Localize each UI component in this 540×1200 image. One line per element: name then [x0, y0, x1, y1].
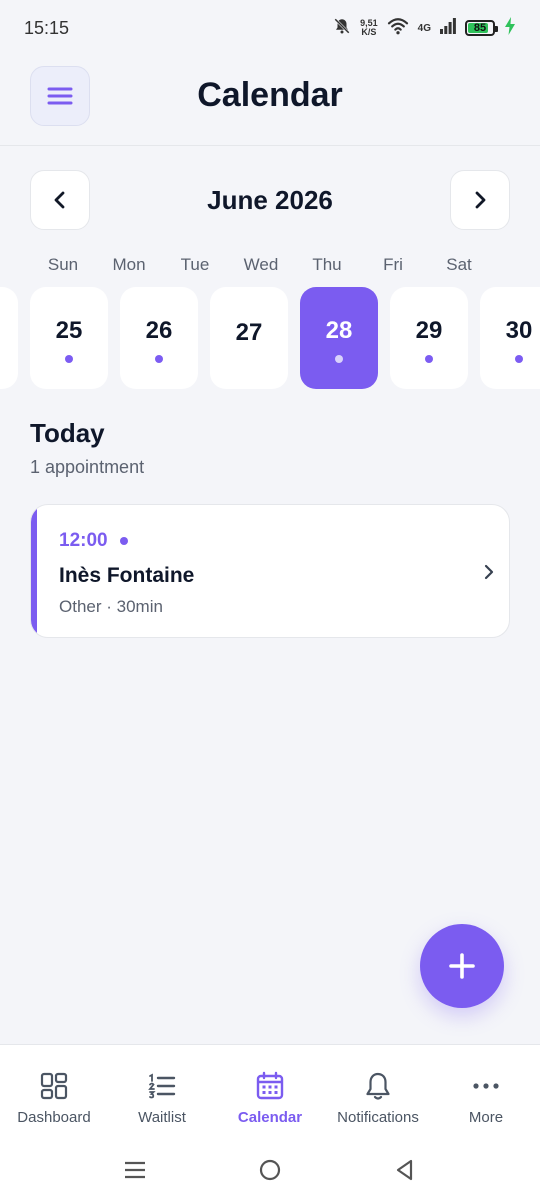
- nav-item-calendar[interactable]: Calendar: [216, 1045, 324, 1141]
- add-appointment-button[interactable]: [420, 924, 504, 1008]
- weekday-label: Wed: [243, 255, 279, 274]
- appointment-indicator-dot: [425, 355, 433, 363]
- weekday-label: Fri: [383, 255, 403, 274]
- day-cell-selected[interactable]: 28: [300, 287, 378, 389]
- weekday-label: Tue: [180, 255, 210, 274]
- battery-icon: 85: [465, 20, 498, 36]
- dashboard-grid-icon: [40, 1072, 68, 1100]
- appointment-time-row: 12:00: [59, 530, 128, 552]
- status-time: 15:15: [24, 17, 70, 38]
- day-cell-partial[interactable]: [0, 287, 18, 389]
- next-month-button[interactable]: [450, 170, 510, 230]
- chevron-right-icon: [484, 564, 494, 580]
- day-strip[interactable]: 25 26 27 28 29 30: [0, 287, 540, 389]
- day-cell[interactable]: 25: [30, 287, 108, 389]
- appointment-indicator-dot: [65, 355, 73, 363]
- plus-icon: [449, 953, 475, 979]
- nav-label: Notifications: [337, 1109, 419, 1126]
- day-cell[interactable]: 29: [390, 287, 468, 389]
- day-number: 27: [235, 319, 263, 346]
- day-cell[interactable]: 27: [210, 287, 288, 389]
- nav-label: Calendar: [237, 1109, 303, 1126]
- appointment-count: 1 appointment: [30, 457, 145, 477]
- appointment-time: 12:00: [59, 530, 108, 551]
- nav-item-dashboard[interactable]: Dashboard: [0, 1045, 108, 1141]
- appointment-indicator-dot: [515, 355, 523, 363]
- day-number: 28: [325, 317, 353, 344]
- page-title: Calendar: [197, 76, 343, 114]
- calendar-icon: [256, 1071, 284, 1100]
- weekday-label: Mon: [112, 255, 146, 274]
- wifi-icon: [387, 17, 409, 40]
- home-circle-icon[interactable]: [258, 1158, 282, 1182]
- appointment-indicator-dot: [335, 355, 343, 363]
- section-title: Today: [30, 418, 105, 448]
- numbered-list-icon: [148, 1073, 176, 1099]
- day-number: 30: [505, 317, 533, 344]
- nav-label: Dashboard: [17, 1109, 91, 1126]
- charging-icon: [504, 16, 516, 40]
- bottom-navigation: Dashboard Waitlist Calendar Notification…: [0, 1044, 540, 1140]
- day-number: 26: [145, 317, 173, 344]
- weekday-label: Thu: [312, 255, 342, 274]
- system-navigation-bar: [0, 1140, 540, 1200]
- app-header: Calendar: [0, 56, 540, 146]
- recent-apps-icon[interactable]: [123, 1158, 147, 1182]
- nav-label: More: [468, 1109, 504, 1126]
- weekday-header: Sun Mon Tue Wed Thu Fri Sat: [0, 255, 540, 277]
- battery-level: 85: [473, 22, 487, 34]
- battery-tip: [495, 26, 498, 32]
- appointment-accent-bar: [31, 505, 37, 637]
- bell-icon: [366, 1072, 390, 1100]
- appointment-card[interactable]: 12:00 Inès Fontaine Other · 30min: [30, 504, 510, 638]
- chevron-right-icon: [475, 191, 486, 209]
- status-icons: 9,51 K/S 4G 85: [333, 16, 516, 40]
- month-label: June 2026: [207, 185, 333, 215]
- weekday-label: Sun: [47, 255, 79, 274]
- nav-label: Waitlist: [138, 1109, 186, 1126]
- appointment-status-dot: [119, 537, 128, 545]
- appointment-details: Other · 30min: [59, 597, 163, 616]
- nav-item-waitlist[interactable]: Waitlist: [108, 1045, 216, 1141]
- appointment-client-name: Inès Fontaine: [59, 564, 195, 587]
- day-cell[interactable]: 26: [120, 287, 198, 389]
- network-speed: 9,51 K/S: [360, 18, 378, 37]
- nav-item-more[interactable]: More: [432, 1045, 540, 1141]
- more-dots-icon: [473, 1083, 499, 1089]
- nav-item-notifications[interactable]: Notifications: [324, 1045, 432, 1141]
- bell-off-icon: [333, 17, 351, 40]
- day-number: 25: [55, 317, 83, 344]
- back-triangle-icon[interactable]: [393, 1158, 417, 1182]
- month-navigation: June 2026: [30, 170, 510, 230]
- day-cell[interactable]: 30: [480, 287, 540, 389]
- appointment-indicator-dot: [155, 355, 163, 363]
- signal-icon: [440, 17, 456, 39]
- network-type: 4G: [417, 22, 431, 34]
- weekday-label: Sat: [446, 255, 472, 274]
- status-bar: 15:15 9,51 K/S 4G 85: [0, 0, 540, 56]
- day-number: 29: [415, 317, 443, 344]
